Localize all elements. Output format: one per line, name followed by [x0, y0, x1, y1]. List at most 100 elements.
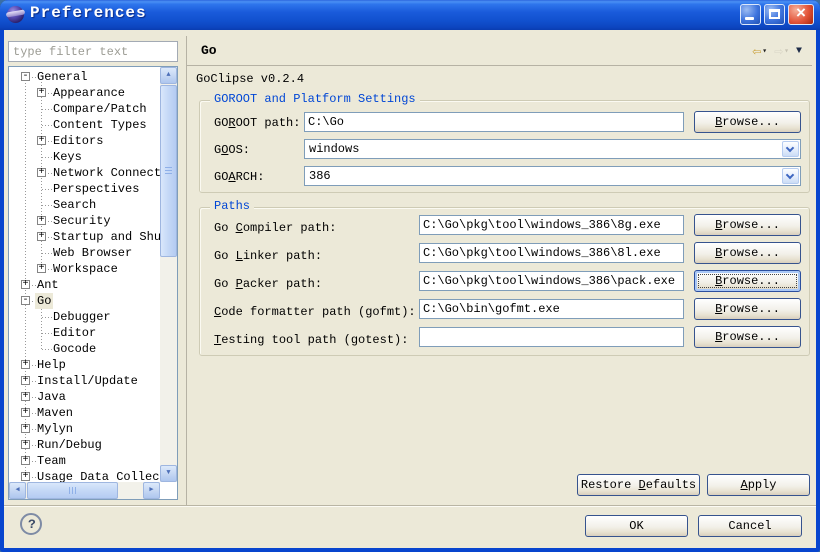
linker-path-input[interactable]: [419, 243, 684, 263]
tree-expander-icon[interactable]: +: [21, 376, 30, 385]
tree-item[interactable]: + Mylyn: [9, 421, 160, 437]
tree-item[interactable]: Search: [9, 197, 160, 213]
tree-item-label[interactable]: Run/Debug: [35, 437, 104, 453]
help-button[interactable]: ?: [20, 513, 42, 535]
minimize-button[interactable]: [740, 4, 761, 25]
tree-item[interactable]: Perspectives: [9, 181, 160, 197]
tree-item-label[interactable]: Security: [51, 213, 113, 229]
tree-item[interactable]: Editor: [9, 325, 160, 341]
scroll-left-button[interactable]: ◀: [9, 482, 26, 499]
tree-item-label[interactable]: Compare/Patch: [51, 101, 149, 117]
tree-item-label[interactable]: Keys: [51, 149, 84, 165]
forward-button[interactable]: ⇨ ▾: [772, 41, 791, 62]
tree-item-label[interactable]: Content Types: [51, 117, 149, 133]
view-menu-button[interactable]: ▼: [794, 45, 804, 58]
tree-item-label[interactable]: Workspace: [51, 261, 120, 277]
testing-path-input[interactable]: [419, 327, 684, 347]
tree-item[interactable]: Web Browser: [9, 245, 160, 261]
tree-expander-icon[interactable]: +: [21, 424, 30, 433]
horizontal-scroll-thumb[interactable]: [27, 482, 118, 499]
tree-item[interactable]: Debugger: [9, 309, 160, 325]
goarch-dropdown-button[interactable]: [782, 168, 799, 184]
close-button[interactable]: ×: [788, 4, 814, 25]
tree-item[interactable]: + Install/Update: [9, 373, 160, 389]
tree-item-label[interactable]: Debugger: [51, 309, 113, 325]
preferences-tree[interactable]: - General + Appearance Compare/Patch Con…: [8, 66, 178, 500]
goos-dropdown-button[interactable]: [782, 141, 799, 157]
tree-item-label[interactable]: Install/Update: [35, 373, 140, 389]
browse-linker-button[interactable]: Browse...: [694, 242, 801, 264]
goarch-select[interactable]: 386: [304, 166, 801, 186]
tree-item-label[interactable]: Ant: [35, 277, 61, 293]
tree-item-label[interactable]: Gocode: [51, 341, 98, 357]
browse-compiler-button[interactable]: Browse...: [694, 214, 801, 236]
tree-item-label[interactable]: Team: [35, 453, 68, 469]
goos-select[interactable]: windows: [304, 139, 801, 159]
goroot-path-input[interactable]: [304, 112, 684, 132]
tree-item[interactable]: + Workspace: [9, 261, 160, 277]
tree-item-label[interactable]: Usage Data Collect: [35, 469, 160, 482]
back-button[interactable]: ⇦ ▾: [750, 41, 769, 62]
formatter-path-input[interactable]: [419, 299, 684, 319]
tree-item-label[interactable]: Search: [51, 197, 98, 213]
tree-item-label[interactable]: Perspectives: [51, 181, 141, 197]
tree-item-label[interactable]: Startup and Shu: [51, 229, 160, 245]
scroll-down-button[interactable]: ▼: [160, 465, 177, 482]
tree-item-label[interactable]: Help: [35, 357, 68, 373]
filter-input[interactable]: [8, 41, 178, 62]
tree-expander-icon[interactable]: +: [37, 168, 46, 177]
tree-expander-icon[interactable]: +: [21, 280, 30, 289]
tree-expander-icon[interactable]: +: [21, 392, 30, 401]
tree-item[interactable]: + Editors: [9, 133, 160, 149]
cancel-button[interactable]: Cancel: [698, 515, 802, 537]
browse-testing-button[interactable]: Browse...: [694, 326, 801, 348]
tree-item-label[interactable]: Go: [35, 293, 53, 309]
tree-expander-icon[interactable]: +: [21, 456, 30, 465]
tree-expander-icon[interactable]: +: [21, 408, 30, 417]
tree-expander-icon[interactable]: +: [21, 440, 30, 449]
tree-item-label[interactable]: Java: [35, 389, 68, 405]
tree-item[interactable]: + Java: [9, 389, 160, 405]
tree-expander-icon[interactable]: -: [21, 72, 30, 81]
tree-expander-icon[interactable]: +: [37, 232, 46, 241]
tree-item[interactable]: - Go: [9, 293, 160, 309]
tree-item[interactable]: Content Types: [9, 117, 160, 133]
tree-item[interactable]: - General: [9, 69, 160, 85]
tree-expander-icon[interactable]: +: [37, 88, 46, 97]
scroll-up-button[interactable]: ▲: [160, 67, 177, 84]
vertical-scroll-thumb[interactable]: [160, 85, 177, 257]
tree-item[interactable]: + Security: [9, 213, 160, 229]
tree-item-label[interactable]: Appearance: [51, 85, 127, 101]
tree-item[interactable]: + Maven: [9, 405, 160, 421]
tree-item[interactable]: + Startup and Shu: [9, 229, 160, 245]
tree-item-label[interactable]: General: [35, 69, 89, 85]
tree-item[interactable]: + Ant: [9, 277, 160, 293]
scroll-right-button[interactable]: ▶: [143, 482, 160, 499]
tree-expander-icon[interactable]: +: [21, 472, 30, 481]
titlebar[interactable]: Preferences ×: [0, 0, 820, 30]
tree-item-label[interactable]: Maven: [35, 405, 75, 421]
tree-item[interactable]: + Team: [9, 453, 160, 469]
apply-button[interactable]: Apply: [707, 474, 810, 496]
browse-packer-button[interactable]: Browse...: [694, 270, 801, 292]
tree-item[interactable]: + Run/Debug: [9, 437, 160, 453]
browse-goroot-button[interactable]: Browse...: [694, 111, 801, 133]
tree-item[interactable]: + Network Connect: [9, 165, 160, 181]
tree-item[interactable]: Gocode: [9, 341, 160, 357]
tree-item-label[interactable]: Web Browser: [51, 245, 134, 261]
maximize-button[interactable]: [764, 4, 785, 25]
tree-expander-icon[interactable]: +: [37, 136, 46, 145]
tree-item[interactable]: + Appearance: [9, 85, 160, 101]
tree-item[interactable]: Keys: [9, 149, 160, 165]
tree-item[interactable]: + Help: [9, 357, 160, 373]
tree-expander-icon[interactable]: +: [37, 216, 46, 225]
tree-item[interactable]: + Usage Data Collect: [9, 469, 160, 482]
tree-horizontal-scrollbar[interactable]: ◀ ▶: [9, 482, 160, 499]
tree-item-label[interactable]: Editors: [51, 133, 105, 149]
packer-path-input[interactable]: [419, 271, 684, 291]
tree-item[interactable]: Compare/Patch: [9, 101, 160, 117]
tree-expander-icon[interactable]: -: [21, 296, 30, 305]
ok-button[interactable]: OK: [585, 515, 688, 537]
compiler-path-input[interactable]: [419, 215, 684, 235]
tree-expander-icon[interactable]: +: [37, 264, 46, 273]
